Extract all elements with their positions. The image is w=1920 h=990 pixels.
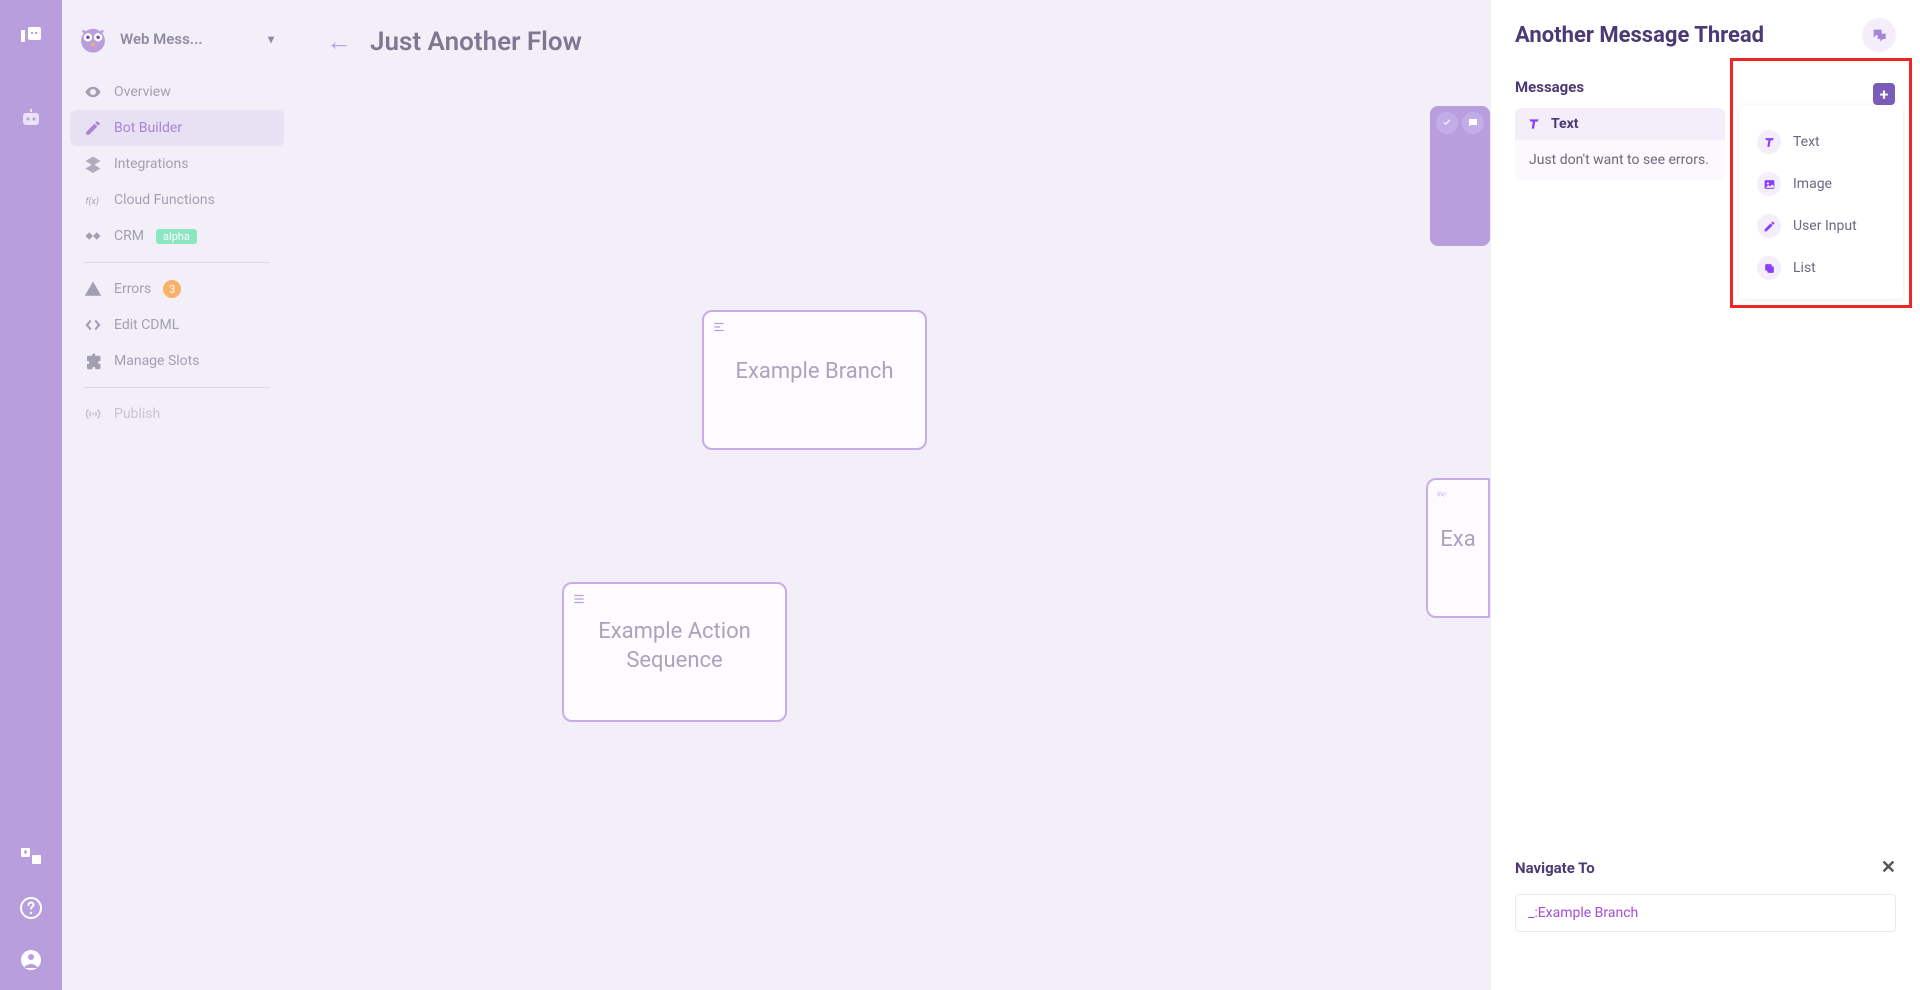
sidebar-item-manage-slots[interactable]: Manage Slots — [70, 343, 284, 379]
dropdown-item-image[interactable]: Image — [1753, 163, 1889, 205]
message-card-body: Just don't want to see errors. — [1515, 140, 1725, 180]
rail-account-icon[interactable] — [11, 940, 51, 980]
detail-panel: Another Message Thread Messages Text Jus… — [1490, 0, 1920, 990]
back-arrow-icon[interactable]: ← — [326, 26, 352, 57]
puzzle-icon — [84, 352, 102, 370]
svg-text:f(x): f(x) — [86, 196, 99, 207]
divider — [84, 387, 270, 388]
sidebar-item-label: Integrations — [114, 156, 188, 172]
dropdown-item-user-input[interactable]: User Input — [1753, 205, 1889, 247]
node-label: Exa — [1434, 526, 1482, 555]
rail-bot-icon[interactable] — [11, 98, 51, 138]
dropdown-item-label: User Input — [1793, 218, 1857, 234]
message-card-header: Text — [1515, 108, 1725, 140]
workspace-name: Web Mess... — [120, 30, 203, 48]
panel-header: Another Message Thread — [1515, 18, 1896, 52]
node-example-action-sequence[interactable]: Example Action Sequence — [562, 582, 787, 722]
sidebar-item-label: Publish — [114, 406, 160, 422]
layers-icon — [84, 155, 102, 173]
thread-node[interactable] — [1430, 106, 1490, 246]
chat-icon — [1462, 112, 1484, 134]
sidebar-item-edit-cdml[interactable]: Edit CDML — [70, 307, 284, 343]
list-icon — [1757, 256, 1781, 280]
pencil-icon — [84, 119, 102, 137]
message-card[interactable]: Text Just don't want to see errors. — [1515, 108, 1725, 180]
sidebar-item-label: CRM — [114, 228, 144, 244]
flow-canvas-area: ← Just Another Flow Example Branch Examp… — [292, 0, 1490, 990]
panel-chat-button[interactable] — [1862, 18, 1896, 52]
sidebar-item-label: Errors — [114, 281, 151, 297]
handshake-icon — [84, 227, 102, 245]
rail-translate-icon[interactable] — [11, 836, 51, 876]
workspace-selector[interactable]: Web Mess... ▾ — [70, 14, 284, 74]
sidebar-item-overview[interactable]: Overview — [70, 74, 284, 110]
dropdown-item-label: Image — [1793, 176, 1832, 192]
text-type-icon — [1757, 130, 1781, 154]
function-icon: f(x) — [84, 191, 102, 209]
add-message-highlight: + Text Image User Input List — [1730, 58, 1912, 308]
sidebar-item-label: Manage Slots — [114, 353, 199, 369]
messages-label: Messages — [1515, 78, 1584, 96]
sidebar-item-label: Bot Builder — [114, 120, 182, 136]
owl-icon — [76, 22, 110, 56]
add-message-button[interactable]: + — [1873, 83, 1895, 105]
navigate-to-header: Navigate To ✕ — [1515, 857, 1896, 878]
add-message-dropdown: Text Image User Input List — [1739, 105, 1903, 299]
sidebar-item-publish[interactable]: Publish — [70, 396, 284, 432]
broadcast-icon — [84, 405, 102, 423]
sidebar: Web Mess... ▾ Overview Bot Builder Integ… — [62, 0, 292, 990]
divider — [84, 262, 270, 263]
navigate-to-select[interactable]: _:Example Branch — [1515, 894, 1896, 932]
flow-title: Just Another Flow — [370, 27, 582, 57]
rail-logo-icon[interactable] — [11, 16, 51, 56]
errors-count-badge: 3 — [163, 280, 181, 298]
node-partial[interactable]: f(x) Exa — [1426, 478, 1490, 618]
code-icon — [84, 316, 102, 334]
dropdown-item-label: Text — [1793, 134, 1820, 150]
sidebar-item-label: Cloud Functions — [114, 192, 215, 208]
branch-icon — [710, 318, 728, 336]
sidebar-item-label: Edit CDML — [114, 317, 179, 333]
text-type-icon — [1527, 117, 1541, 131]
node-label: Example Action Sequence — [592, 618, 757, 675]
alpha-badge: alpha — [156, 229, 197, 244]
dropdown-item-text[interactable]: Text — [1753, 121, 1889, 163]
navigate-to-value: _:Example Branch — [1528, 905, 1638, 921]
rail-help-icon[interactable] — [11, 888, 51, 928]
close-icon[interactable]: ✕ — [1881, 857, 1896, 878]
navigate-to-label: Navigate To — [1515, 859, 1595, 877]
sidebar-item-cloud-functions[interactable]: f(x) Cloud Functions — [70, 182, 284, 218]
image-icon — [1757, 172, 1781, 196]
app-rail — [0, 0, 62, 990]
node-label: Example Branch — [732, 358, 897, 387]
function-icon: f(x) — [1434, 486, 1452, 504]
panel-title: Another Message Thread — [1515, 23, 1764, 48]
eye-icon — [84, 83, 102, 101]
canvas-header: ← Just Another Flow — [292, 0, 1490, 57]
node-example-branch[interactable]: Example Branch — [702, 310, 927, 450]
navigate-to-section: Navigate To ✕ _:Example Branch — [1515, 857, 1896, 972]
sequence-icon — [570, 590, 588, 608]
sidebar-item-integrations[interactable]: Integrations — [70, 146, 284, 182]
dropdown-item-list[interactable]: List — [1753, 247, 1889, 289]
sidebar-item-bot-builder[interactable]: Bot Builder — [70, 110, 284, 146]
message-card-type: Text — [1551, 116, 1578, 132]
pencil-icon — [1757, 214, 1781, 238]
check-icon — [1436, 112, 1458, 134]
sidebar-item-errors[interactable]: Errors 3 — [70, 271, 284, 307]
sidebar-item-label: Overview — [114, 84, 171, 100]
sidebar-item-crm[interactable]: CRM alpha — [70, 218, 284, 254]
chevron-down-icon: ▾ — [268, 32, 274, 46]
svg-text:f(x): f(x) — [1437, 491, 1446, 498]
dropdown-item-label: List — [1793, 260, 1816, 276]
warning-icon — [84, 280, 102, 298]
